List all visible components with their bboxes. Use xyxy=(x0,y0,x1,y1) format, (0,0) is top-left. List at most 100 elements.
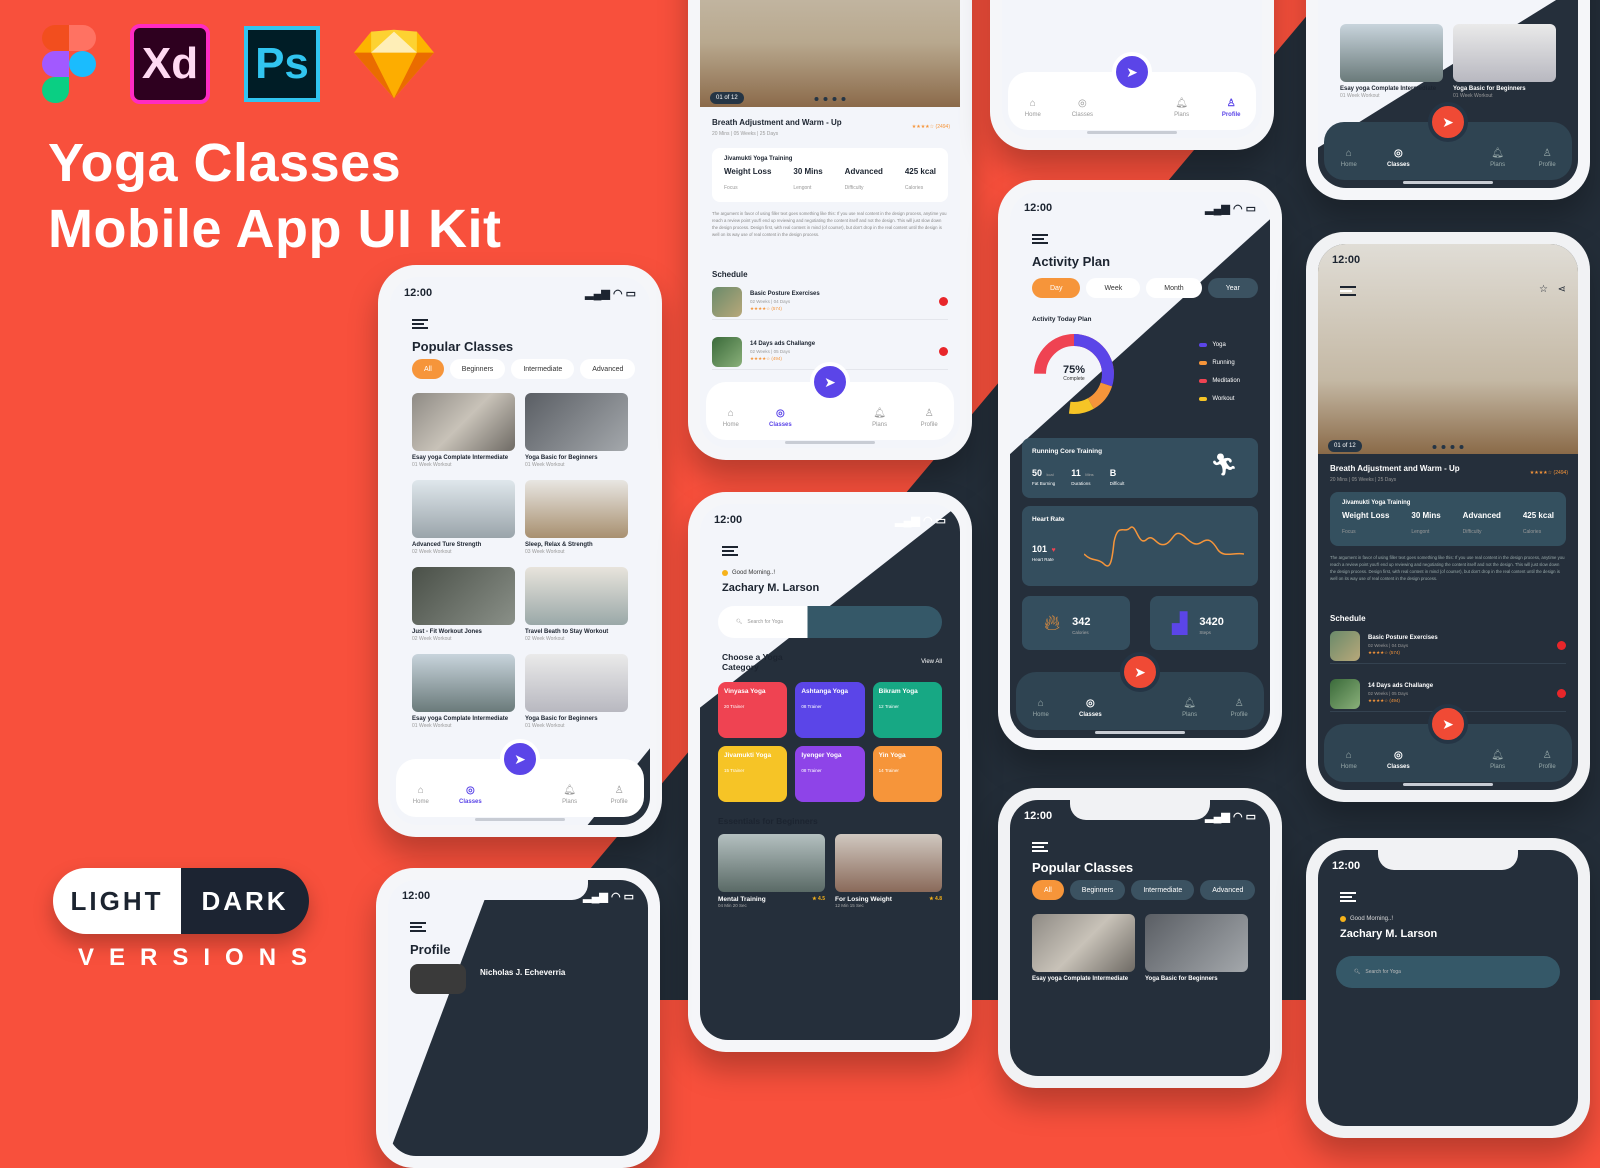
navigate-fab-button[interactable]: ➤ xyxy=(500,739,540,779)
tab-plans[interactable]: 🔔︎ Plans xyxy=(1480,751,1516,771)
tab-profile[interactable]: ♙ Profile xyxy=(911,409,947,429)
carousel-dots[interactable] xyxy=(814,97,846,101)
class-card[interactable]: Esay yoga Complate Intermediate xyxy=(1032,914,1135,982)
menu-icon[interactable] xyxy=(1340,286,1356,296)
tab-plans[interactable]: 🔔︎ Plans xyxy=(552,785,588,806)
tab-classes[interactable]: ◎ Classes xyxy=(1072,699,1108,719)
tab-home[interactable]: ⌂ Home xyxy=(1331,750,1367,771)
class-card[interactable]: Esay yoga Complate Intermediate 01 Week W… xyxy=(412,654,515,729)
tab-home[interactable]: ⌂ Home xyxy=(713,409,749,429)
theme-toggle[interactable]: LIGHT DARK xyxy=(53,868,309,934)
home-icon: ⌂ xyxy=(1345,750,1352,761)
category-card[interactable]: Jivamukti Yoga 15 Trainer xyxy=(718,746,788,802)
class-card[interactable]: Travel Beath to Stay Workout 02 Week Work… xyxy=(525,567,628,642)
class-card[interactable]: Yoga Basic for Beginners xyxy=(1145,914,1248,982)
dark-version-option[interactable]: DARK xyxy=(181,868,309,934)
schedule-item[interactable]: Basic Posture Exercises 02 Weeks | 04 Day… xyxy=(1330,628,1566,664)
category-card[interactable]: Bikram Yoga 12 Trainer xyxy=(872,682,942,738)
menu-icon[interactable] xyxy=(722,546,738,556)
bell-icon: 🔔︎ xyxy=(563,785,576,796)
play-icon[interactable] xyxy=(1557,689,1566,698)
category-card[interactable]: Ashtanga Yoga 08 Trainer xyxy=(795,682,865,738)
carousel-dots[interactable] xyxy=(1432,445,1464,449)
class-card[interactable]: Yoga Basic for Beginners 01 Week Workout xyxy=(525,393,628,468)
play-icon[interactable] xyxy=(1557,641,1566,650)
steps-card[interactable]: ▟ 3420 Steps xyxy=(1150,596,1258,650)
period-week[interactable]: Week xyxy=(1086,278,1141,298)
tab-profile[interactable]: ♙ Profile xyxy=(1213,99,1249,119)
search-input[interactable]: 🔍︎ Search for Yoga xyxy=(718,606,942,638)
tab-classes[interactable]: ◎ Classes xyxy=(762,409,798,429)
class-card[interactable]: Advanced Ture Strength 02 Week Workout xyxy=(412,480,515,555)
star-icon[interactable]: ☆ xyxy=(1539,284,1548,295)
tab-home[interactable]: ⌂ Home xyxy=(1331,149,1367,169)
tab-plans[interactable]: 🔔︎ Plans xyxy=(1480,149,1516,169)
tab-classes[interactable]: ◎ Classes xyxy=(1064,99,1100,119)
navigate-fab-button[interactable]: ➤ xyxy=(1112,52,1152,92)
tab-profile[interactable]: ♙ Profile xyxy=(1529,751,1565,771)
share-icon[interactable]: ⋖ xyxy=(1558,284,1566,295)
running-training-card[interactable]: Running Core Training 50 kcal Fat Burning… xyxy=(1022,438,1258,498)
filter-intermediate[interactable]: Intermediate xyxy=(1131,880,1195,900)
category-card[interactable]: Yin Yoga 14 Trainer xyxy=(872,746,942,802)
navigate-fab-button[interactable]: ➤ xyxy=(810,362,850,402)
tab-plans[interactable]: 🔔︎ Plans xyxy=(862,409,898,429)
tab-home[interactable]: ⌂ Home xyxy=(1023,699,1059,719)
menu-icon[interactable] xyxy=(1032,234,1048,244)
period-month[interactable]: Month xyxy=(1146,278,1202,298)
period-day[interactable]: Day xyxy=(1032,278,1081,298)
tab-profile[interactable]: ♙ Profile xyxy=(1529,149,1565,169)
filter-beginners[interactable]: Beginners xyxy=(1069,880,1126,900)
filter-all[interactable]: All xyxy=(412,359,444,379)
navigate-fab-button[interactable]: ➤ xyxy=(1428,704,1468,744)
phone-popular-classes-light: 12:00 ▂▄▆ ◠ ▭ Popular Classes All Beginne… xyxy=(378,265,662,837)
class-sub: 01 Week Workout xyxy=(412,462,452,468)
period-year[interactable]: Year xyxy=(1207,278,1258,298)
play-icon[interactable] xyxy=(939,347,948,356)
tab-classes[interactable]: ◎ Classes xyxy=(1380,149,1416,169)
class-card[interactable]: Yoga Basic for Beginners 01 Week Workout xyxy=(525,654,628,729)
tab-classes[interactable]: ◎ Classes xyxy=(452,786,488,806)
filter-advanced[interactable]: Advanced xyxy=(1200,880,1256,900)
view-all-link[interactable]: View All xyxy=(921,659,942,665)
menu-icon[interactable] xyxy=(1340,892,1356,902)
class-card[interactable]: Yoga Basic for Beginners 01 Week Workout xyxy=(1453,24,1556,99)
class-card[interactable]: Esay yoga Complate Intermediate 01 Week W… xyxy=(412,393,515,468)
filter-advanced[interactable]: Advanced xyxy=(580,359,636,379)
navigate-fab-button[interactable]: ➤ xyxy=(1120,652,1160,692)
page-title: Popular Classes xyxy=(1032,860,1134,875)
schedule-item[interactable]: Basic Posture Exercises 02 Weeks | 04 Day… xyxy=(712,284,948,320)
navigate-fab-button[interactable]: ➤ xyxy=(1428,102,1468,142)
category-card[interactable]: Vinyasa Yoga 20 Trainer xyxy=(718,682,788,738)
tab-profile[interactable]: ♙ Profile xyxy=(1221,699,1257,719)
filter-all[interactable]: All xyxy=(1032,880,1064,900)
training-info-box: Jivamukti Yoga Training Weight Loss Focus… xyxy=(712,148,948,202)
essential-card[interactable]: Mental Training ★ 4.5 04 Min 20 Sec xyxy=(718,834,825,908)
tab-classes[interactable]: ◎ Classes xyxy=(1380,751,1416,771)
status-icons: ▂▄▆ ◠ ▭ xyxy=(895,515,946,527)
search-input[interactable]: 🔍︎ Search for Yoga xyxy=(1336,956,1560,988)
tab-profile[interactable]: ♙ Profile xyxy=(601,786,637,806)
light-version-option[interactable]: LIGHT xyxy=(53,868,181,934)
tab-plans[interactable]: 🔔︎ Plans xyxy=(1172,699,1208,719)
play-icon[interactable] xyxy=(939,297,948,306)
class-detail-screen: 01 of 12 Breath Adjustment and Warm - Up… xyxy=(700,0,960,448)
class-title: Breath Adjustment and Warm - Up xyxy=(712,118,842,127)
class-card[interactable]: Esay yoga Complate Intermediate 01 Week W… xyxy=(1340,24,1443,99)
filter-beginners[interactable]: Beginners xyxy=(449,359,506,379)
menu-icon[interactable] xyxy=(410,922,426,932)
tab-home[interactable]: ⌂ Home xyxy=(1015,99,1051,119)
menu-icon[interactable] xyxy=(412,319,428,329)
tab-home[interactable]: ⌂ Home xyxy=(403,786,439,806)
calories-card[interactable]: 🔥︎ 342 Calories xyxy=(1022,596,1130,650)
navigation-arrow-icon: ➤ xyxy=(1134,663,1146,680)
heart-rate-card[interactable]: Heart Rate 101 ♥ Heart Rate xyxy=(1022,506,1258,586)
class-card[interactable]: Just - Fit Workout Jones 02 Week Workout xyxy=(412,567,515,642)
menu-icon[interactable] xyxy=(1032,842,1048,852)
filter-intermediate[interactable]: Intermediate xyxy=(511,359,575,379)
category-card[interactable]: Iyenger Yoga 08 Trainer xyxy=(795,746,865,802)
class-card[interactable]: Sleep, Relax & Strength 03 Week Workout xyxy=(525,480,628,555)
activity-plan-screen: 12:00 ▂▄▆ ◠ ▭ Activity Plan Day Week Mont… xyxy=(1010,192,1270,738)
tab-plans[interactable]: 🔔︎ Plans xyxy=(1164,99,1200,119)
essential-card[interactable]: For Losing Weight ★ 4.8 12 Min 15 Sec xyxy=(835,834,942,908)
